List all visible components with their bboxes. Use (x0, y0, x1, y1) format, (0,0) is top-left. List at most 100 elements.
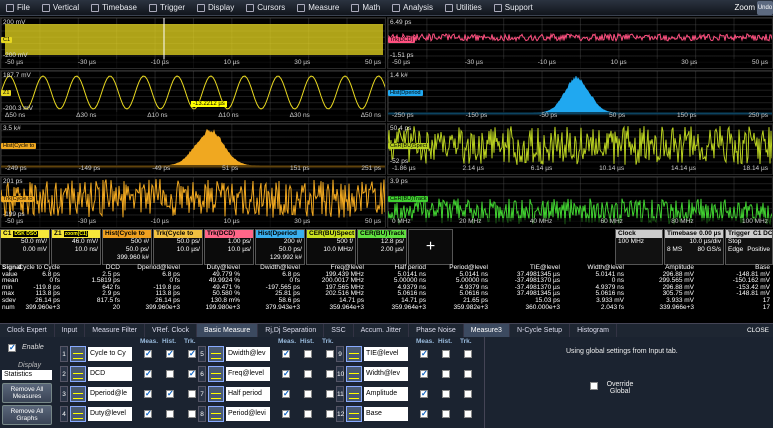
trace-tag[interactable]: CER(BU)Track (388, 195, 429, 202)
remove-all-measures-button[interactable]: Remove All Measures (2, 383, 52, 403)
menu-file[interactable]: File (0, 0, 36, 16)
descriptor-1[interactable]: Z1 zoom(C1) 46.0 mV/10.0 ns/ (51, 229, 101, 265)
measure-slot-6[interactable]: 6 Freq@level (198, 365, 270, 383)
hist-checkbox[interactable] (304, 350, 312, 358)
trk-checkbox[interactable] (464, 390, 472, 398)
measure-name-field[interactable]: Half period (226, 387, 270, 401)
measure-name-field[interactable]: Freq@level (226, 367, 270, 381)
trace-tag[interactable]: Hist(Dperiod (388, 89, 423, 96)
measure-name-field[interactable]: Period@levi (226, 407, 270, 421)
measure-column[interactable]: Period@level 5.0141 ns 5.00000 ns 4.9379 ns… (449, 264, 488, 311)
tab-rj-dj-separation[interactable]: Rj,Dj Separation (258, 324, 325, 338)
hist-checkbox[interactable] (304, 390, 312, 398)
measure-column[interactable]: TIE@level 37.4981345 µs -37.4981370 µs -37.… (515, 264, 560, 311)
trk-checkbox[interactable] (188, 369, 196, 378)
tab-accum-jitter[interactable]: Accum. Jitter (354, 324, 410, 338)
measure-icon[interactable] (346, 406, 362, 422)
hist-checkbox[interactable] (442, 370, 450, 378)
meas-checkbox[interactable] (282, 389, 290, 398)
meas-checkbox[interactable] (144, 409, 152, 418)
measure-icon[interactable] (346, 366, 362, 382)
tab-n-cycle-setup[interactable]: N-Cycle Setup (510, 324, 571, 338)
measure-name-field[interactable]: Width@lev (364, 367, 408, 381)
hist-checkbox[interactable] (304, 410, 312, 418)
measure-slot-9[interactable]: 9 TIE@level (336, 345, 408, 363)
measure-name-field[interactable]: Base (364, 407, 408, 421)
descriptor-2[interactable]: Hist(Cycle to 500 #/50.0 ps/399.960 k# (102, 229, 152, 265)
menu-support[interactable]: Support (488, 0, 539, 16)
measure-column[interactable]: Dperiod@level 6.8 ps 0 fs -119.8 ps 113.8 ps… (137, 264, 180, 311)
tab-phase-noise[interactable]: Phase Noise (409, 324, 464, 338)
waveform-grid-p8[interactable]: 3.9 ps CER(BU)Track 0 MHz 20 MHz 40 MHz 60 MH… (387, 176, 773, 228)
tab-measure3[interactable]: Measure3 (463, 324, 510, 338)
measure-name-field[interactable]: Dwidth@lev (226, 347, 270, 361)
measure-name-field[interactable]: Amplitude (364, 387, 408, 401)
waveform-grid-p5[interactable]: 6.49 ps -1.51 ps Trk(DCD) -50 µs -30 µs -10 µ… (387, 17, 773, 69)
descriptor-5[interactable]: Hist(Dperiod 200 #/50.0 ps/129.992 k# (255, 229, 305, 265)
measure-name-field[interactable]: Cycle to Cy (88, 347, 132, 361)
tab-vref-clock[interactable]: VRef. Clock (145, 324, 197, 338)
measure-column[interactable]: Half period 5.0141 ns 5.00000 ns 4.9379 ns 5… (391, 264, 426, 311)
measure-column[interactable]: Base -148.81 mV -150.162 mV -153.42 mV -148.… (733, 264, 770, 311)
measure-name-field[interactable]: Dperiod@le (88, 387, 132, 401)
hist-checkbox[interactable] (442, 350, 450, 358)
measure-column[interactable]: Dwidth@level 6.8 ps 0 fs -197.565 ps 25.81 p… (260, 264, 300, 311)
meas-checkbox[interactable] (282, 409, 290, 418)
tab-ssc[interactable]: SSC (324, 324, 354, 338)
timebase-descriptor[interactable]: Timebase 0.00 µs 10.0 µs/div 8 MS 80 GS/s (664, 229, 724, 265)
trk-checkbox[interactable] (464, 410, 472, 418)
hist-checkbox[interactable] (166, 370, 174, 378)
tab-measure-filter[interactable]: Measure Filter (85, 324, 145, 338)
descriptor-3[interactable]: Trk(Cycle to 50.0 ps/10.0 µs/ (153, 229, 203, 265)
measure-icon[interactable] (346, 386, 362, 402)
measure-icon[interactable] (346, 346, 362, 362)
meas-checkbox[interactable] (282, 369, 290, 378)
measure-name-field[interactable]: DCD (88, 367, 132, 381)
waveform-grid-p7[interactable]: 50.4 ps -52 ps CER(BU)Spect -1.86 µs 2.14 µs… (387, 123, 773, 175)
measure-slot-7[interactable]: 7 Half period (198, 385, 270, 403)
meas-checkbox[interactable] (144, 369, 152, 378)
trace-tag[interactable]: Hist(Cycle to (1, 142, 37, 149)
close-button[interactable]: CLOSE (747, 324, 773, 337)
waveform-grid-p6[interactable]: 1.4 k# Hist(Dperiod -250 ps -150 ps -50 ps 50… (387, 70, 773, 122)
measure-column[interactable]: DCD 2.5 ps 1.5819 ps 642 fs 2.9 ps 817.5 fs 20 (91, 264, 120, 311)
meas-checkbox[interactable] (420, 389, 428, 398)
meas-checkbox[interactable] (282, 349, 290, 358)
menu-vertical[interactable]: Vertical (36, 0, 85, 16)
measure-column[interactable]: Width@level 5.0141 ns 0 ns 4.9379 ns 5.0616 … (587, 264, 624, 311)
measure-slot-1[interactable]: 1 Cycle to Cy (60, 345, 132, 363)
measure-icon[interactable] (208, 366, 224, 382)
trk-checkbox[interactable] (464, 370, 472, 378)
meas-checkbox[interactable] (420, 409, 428, 418)
trk-checkbox[interactable] (188, 390, 196, 398)
hist-checkbox[interactable] (166, 389, 174, 398)
measure-slot-8[interactable]: 8 Period@levi (198, 405, 270, 423)
descriptor-6[interactable]: CER(BU)Spect 500 f/10.0 MHz/ (306, 229, 356, 265)
tab-basic-measure[interactable]: Basic Measure (196, 324, 259, 338)
measure-column[interactable]: Freq@level 199.439 MHz 200.0017 MHz 197.565… (322, 264, 364, 311)
remove-all-graphs-button[interactable]: Remove All Graphs (2, 405, 52, 425)
waveform-grid-p2[interactable]: 187.7 mV -200.3 mV Z1 -13.2212 µs Δ50 ns Δ30 … (0, 70, 386, 122)
trk-checkbox[interactable] (326, 350, 334, 358)
measure-slot-4[interactable]: 4 Duty@level (60, 405, 132, 423)
meas-checkbox[interactable] (420, 349, 428, 358)
menu-timebase[interactable]: Timebase (85, 0, 143, 16)
enable-checkbox[interactable] (8, 343, 16, 352)
menu-math[interactable]: Math (345, 0, 386, 16)
descriptor-0[interactable]: C1 DSK DSO 50.0 mV/0.00 mV (0, 229, 50, 265)
waveform-grid-p4[interactable]: 201 ps -199 ps Trk(Cycle to -50 µs -30 µs -10… (0, 176, 386, 228)
measure-slot-11[interactable]: 11 Amplitude (336, 385, 408, 403)
menu-display[interactable]: Display (191, 0, 240, 16)
hist-checkbox[interactable] (166, 410, 174, 418)
measure-name-field[interactable]: TIE@level (364, 347, 408, 361)
measure-icon[interactable] (208, 386, 224, 402)
meas-checkbox[interactable] (144, 349, 152, 358)
trk-checkbox[interactable] (326, 370, 334, 378)
measure-icon[interactable] (70, 346, 86, 362)
override-global-checkbox[interactable] (590, 382, 598, 390)
menu-measure[interactable]: Measure (291, 0, 345, 16)
add-trace-button[interactable]: + (408, 229, 453, 265)
trace-tag[interactable]: C1 (1, 36, 13, 43)
measure-icon[interactable] (70, 366, 86, 382)
waveform-grid-p1[interactable]: 200 mV -200 mV C1 -50 µs -30 µs -10 µs 10 µs 30… (0, 17, 386, 69)
